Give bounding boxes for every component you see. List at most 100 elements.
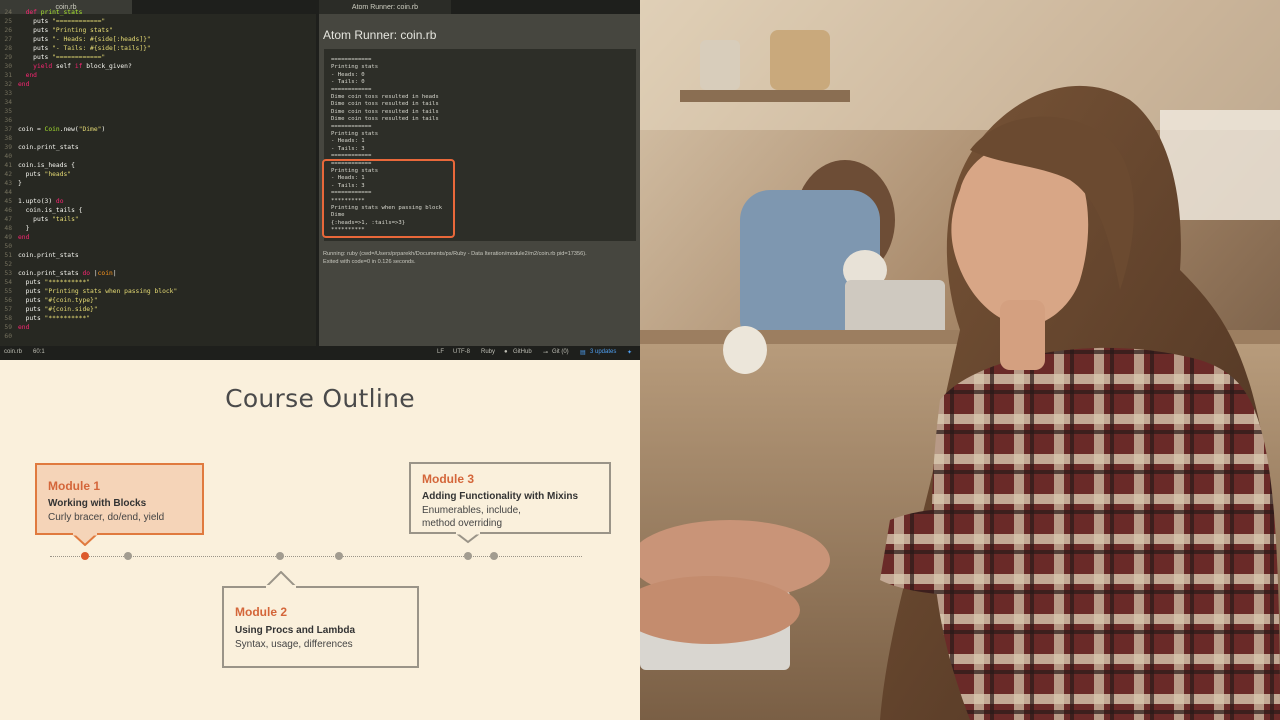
output-line: - Tails: 3: [331, 145, 365, 152]
code-line[interactable]: 37 coin = Coin.new("Dime"): [0, 125, 105, 134]
line-number: 26: [4, 27, 12, 34]
line-number: 59: [4, 324, 12, 331]
github-icon: ●: [504, 349, 508, 355]
status-bar: coin.rb 60:1 LF UTF-8 Ruby ● GitHub ⊸ Gi…: [0, 346, 640, 360]
code-line[interactable]: 26 puts "Printing stats": [0, 26, 112, 35]
status-updates[interactable]: 3 updates: [590, 349, 616, 355]
code-line[interactable]: 57 puts "#{coin.side}": [0, 305, 97, 314]
code-line[interactable]: 30 yield self if block_given?: [0, 62, 131, 71]
module-3-desc-line-1: Enumerables, include,: [422, 505, 521, 516]
output-line: ============: [331, 57, 372, 63]
line-number: 38: [4, 135, 12, 142]
status-file[interactable]: coin.rb: [4, 349, 22, 355]
code-line[interactable]: 55 puts "Printing stats when passing blo…: [0, 287, 177, 296]
line-number: 47: [4, 216, 12, 223]
code-line[interactable]: 43}: [0, 179, 21, 188]
module-1-desc: Curly bracer, do/end, yield: [48, 512, 165, 523]
instructor-photo: [640, 0, 1280, 720]
code-line[interactable]: 42 puts "heads": [0, 170, 71, 179]
code-line[interactable]: 47 puts "tails": [0, 215, 78, 224]
line-number: 46: [4, 207, 12, 214]
output-line: Dime coin toss resulted in tails: [331, 101, 439, 108]
output-line: ============: [331, 86, 372, 93]
timeline-dot: [276, 552, 284, 560]
code-line[interactable]: 48 }: [0, 224, 29, 233]
line-number: 37: [4, 126, 12, 133]
status-line-ending[interactable]: LF: [437, 349, 444, 355]
status-git[interactable]: Git (0): [552, 349, 569, 355]
module-3-title: Module 3: [422, 472, 475, 486]
code-line[interactable]: 31 end: [0, 71, 37, 80]
code-line[interactable]: 52: [0, 260, 18, 269]
output-line: - Heads: 0: [331, 71, 365, 78]
code-line[interactable]: 50: [0, 242, 18, 251]
module-2-subtitle: Using Procs and Lambda: [235, 625, 356, 636]
line-number: 33: [4, 90, 12, 97]
code-text: 1.upto(3) do: [18, 198, 64, 205]
code-line[interactable]: 60: [0, 332, 18, 341]
runner-title: Atom Runner: coin.rb: [323, 28, 437, 42]
code-line[interactable]: 28 puts "- Tails: #{side[:tails]}": [0, 44, 150, 53]
code-text: end: [18, 81, 30, 88]
code-line[interactable]: 40: [0, 152, 18, 161]
twitter-icon[interactable]: ✦: [627, 349, 632, 356]
line-number: 60: [4, 333, 12, 340]
cafe-woman-typing-image: [640, 0, 1280, 720]
code-line[interactable]: 25 puts "============": [0, 17, 105, 26]
updates-icon: ▤: [580, 350, 586, 356]
code-pane[interactable]: 24 def print_stats 25 puts "============"…: [0, 9, 316, 346]
line-number: 34: [4, 99, 12, 106]
code-line[interactable]: 39 coin.print_stats: [0, 143, 78, 152]
course-outline-slide: Course Outline Module 1 Working with Blo…: [0, 360, 640, 720]
status-encoding[interactable]: UTF-8: [453, 349, 470, 355]
code-line[interactable]: 32 end: [0, 80, 29, 89]
code-line[interactable]: 44: [0, 188, 18, 197]
code-line[interactable]: 34: [0, 98, 18, 107]
code-line[interactable]: 58 puts "**********": [0, 314, 90, 323]
code-line[interactable]: 46 coin.is_tails {: [0, 206, 82, 215]
code-text: puts "- Heads: #{side[:heads]}": [18, 36, 151, 43]
code-line[interactable]: 35: [0, 107, 18, 116]
code-text: coin = Coin.new("Dime"): [18, 126, 106, 133]
code-line[interactable]: 27 puts "- Heads: #{side[:heads]}": [0, 35, 151, 44]
module-3-card: Module 3 Adding Functionality with Mixin…: [409, 462, 611, 534]
status-github[interactable]: GitHub: [513, 349, 532, 355]
git-icon: ⊸: [543, 350, 549, 356]
status-grammar[interactable]: Ruby: [481, 349, 495, 355]
code-line[interactable]: 51 coin.print_stats: [0, 251, 78, 260]
code-line[interactable]: 41 coin.is_heads {: [0, 161, 74, 170]
code-text: end: [18, 234, 30, 241]
line-number: 56: [4, 297, 12, 304]
code-text: end: [18, 324, 30, 331]
status-cursor[interactable]: 60:1: [33, 349, 45, 355]
module-2-title: Module 2: [235, 605, 288, 619]
module-2-pointer-join: [266, 585, 296, 589]
code-line[interactable]: 29 puts "============": [0, 53, 105, 62]
module-1-title: Module 1: [48, 479, 101, 493]
code-line[interactable]: 24 def print_stats: [0, 8, 82, 17]
module-3-subtitle: Adding Functionality with Mixins: [422, 491, 579, 502]
code-text: end: [25, 72, 37, 79]
code-line[interactable]: 53 coin.print_stats do |coin|: [0, 269, 116, 278]
line-number: 29: [4, 54, 12, 61]
tab-bar: coin.rb Atom Runner: coin.rb: [0, 0, 640, 14]
code-line[interactable]: 54 puts "**********": [0, 278, 90, 287]
timeline-dot-module-1: [81, 552, 89, 560]
run-status-exited: Exited with code=0 in 0.126 seconds.: [323, 259, 416, 265]
output-highlight-box: [322, 159, 455, 238]
tab-atom-runner[interactable]: Atom Runner: coin.rb: [319, 0, 451, 14]
code-line[interactable]: 38: [0, 134, 18, 143]
code-text: puts "#{coin.type}": [18, 297, 98, 304]
code-line[interactable]: 49 end: [0, 233, 29, 242]
code-line[interactable]: 56 puts "#{coin.type}": [0, 296, 98, 305]
code-line[interactable]: 59 end: [0, 323, 29, 332]
timeline-dot: [490, 552, 498, 560]
code-line[interactable]: 36: [0, 116, 18, 125]
module-1-subtitle: Working with Blocks: [48, 498, 147, 509]
module-3-desc-line-2: method overriding: [422, 518, 503, 529]
output-line: Dime coin toss resulted in heads: [331, 94, 439, 100]
code-editor: coin.rb Atom Runner: coin.rb 24 def prin…: [0, 0, 640, 360]
code-line[interactable]: 45 1.upto(3) do: [0, 197, 64, 206]
line-number: 58: [4, 315, 12, 322]
code-line[interactable]: 33: [0, 89, 18, 98]
